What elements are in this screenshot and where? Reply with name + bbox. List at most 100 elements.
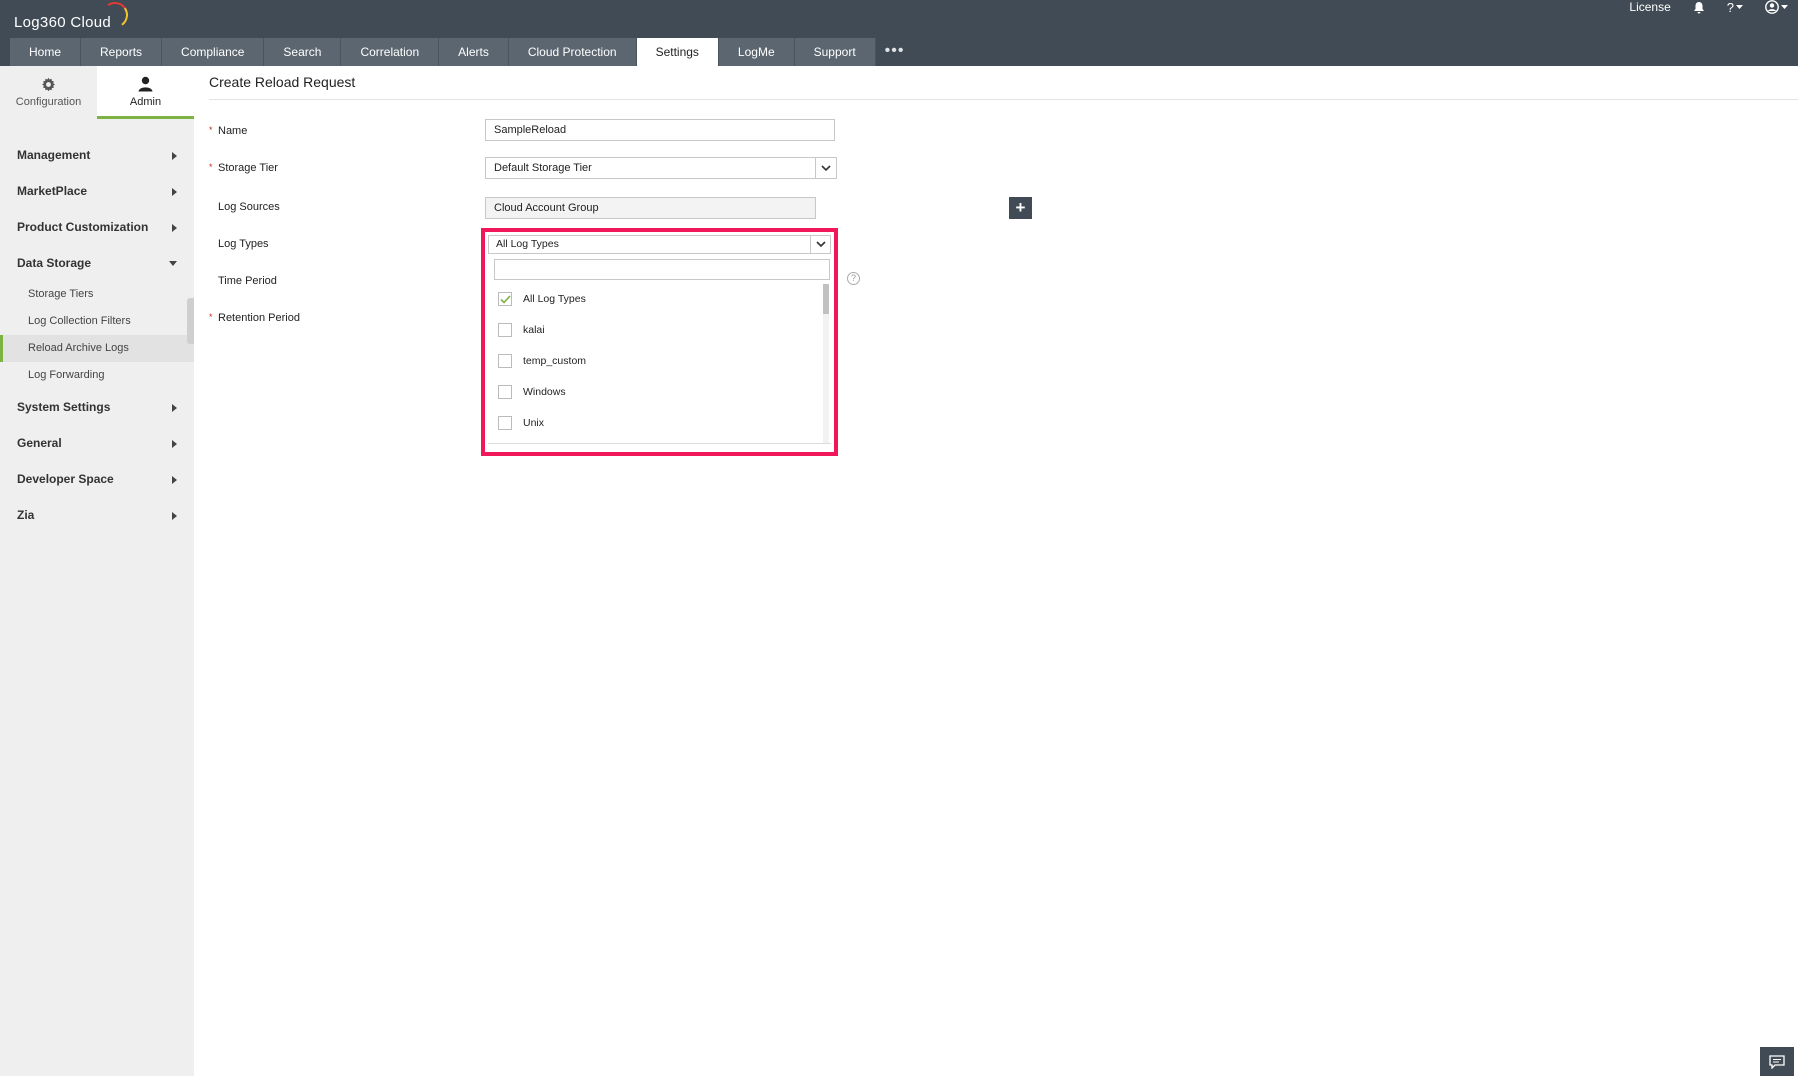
- sidebar-item-label: General: [17, 436, 62, 450]
- caret-right-icon: [172, 440, 177, 448]
- user-circle-icon: [1765, 0, 1779, 14]
- sidebar-subitem-log-forwarding[interactable]: Log Forwarding: [0, 362, 194, 389]
- sidebar-tab-label: Admin: [129, 96, 162, 108]
- sidebar-item-developer-space[interactable]: Developer Space: [0, 461, 194, 497]
- name-input-value: SampleReload: [494, 124, 567, 136]
- storage-tier-value: Default Storage Tier: [494, 162, 592, 174]
- checkbox[interactable]: [498, 385, 512, 399]
- tab-correlation[interactable]: Correlation: [341, 38, 440, 66]
- scrollbar-thumb[interactable]: [823, 284, 829, 314]
- sidebar-menu: Management MarketPlace Product Customiza…: [0, 137, 194, 533]
- sidebar-item-system-settings[interactable]: System Settings: [0, 389, 194, 425]
- log-types-select[interactable]: All Log Types: [488, 235, 831, 254]
- time-period-label: Time Period: [209, 275, 277, 287]
- sidebar-item-label: Data Storage: [17, 256, 92, 270]
- chevron-down-icon: [1736, 4, 1743, 9]
- sidebar-item-label: Zia: [17, 508, 35, 522]
- caret-right-icon: [172, 404, 177, 412]
- tab-cloud-protection[interactable]: Cloud Protection: [508, 38, 637, 66]
- name-input[interactable]: SampleReload: [485, 119, 835, 141]
- caret-right-icon: [172, 476, 177, 484]
- sidebar-item-management[interactable]: Management: [0, 137, 194, 173]
- log-types-options-list: All Log Types kalai temp_custom Windows …: [488, 284, 831, 444]
- sidebar-subitem-reload-archive-logs[interactable]: Reload Archive Logs: [0, 335, 194, 362]
- gear-icon: [42, 77, 55, 91]
- chevron-down-icon: [1781, 4, 1788, 9]
- tab-reports[interactable]: Reports: [81, 38, 163, 66]
- tab-logme[interactable]: LogMe: [718, 38, 795, 66]
- caret-right-icon: [172, 188, 177, 196]
- check-icon: [499, 294, 511, 304]
- required-marker: *: [209, 125, 213, 135]
- sidebar-item-product-customization[interactable]: Product Customization: [0, 209, 194, 245]
- logo-text: Log360 Cloud: [14, 14, 112, 31]
- sidebar-item-marketplace[interactable]: MarketPlace: [0, 173, 194, 209]
- field-label-text: Retention Period: [218, 312, 300, 324]
- sidebar-item-data-storage[interactable]: Data Storage: [0, 245, 194, 281]
- chevron-down-icon[interactable]: [815, 158, 836, 178]
- checkbox[interactable]: [498, 323, 512, 337]
- more-tabs-icon[interactable]: •••: [876, 38, 914, 66]
- sidebar-subitem-log-collection-filters[interactable]: Log Collection Filters: [0, 308, 194, 335]
- log-type-option-kalai[interactable]: kalai: [488, 315, 828, 345]
- tab-alerts[interactable]: Alerts: [439, 38, 509, 66]
- log-type-option-temp-custom[interactable]: temp_custom: [488, 346, 828, 376]
- option-label: kalai: [523, 324, 545, 336]
- add-log-source-button[interactable]: +: [1009, 197, 1032, 219]
- top-header: Log360 Cloud License ? Home Reports Comp…: [0, 0, 1798, 66]
- log-types-value: All Log Types: [496, 238, 559, 250]
- help-circle-icon[interactable]: ?: [847, 272, 860, 285]
- required-marker: *: [209, 312, 213, 322]
- sidebar: Configuration Admin Management MarketPla…: [0, 66, 194, 1076]
- sidebar-tab-configuration[interactable]: Configuration: [0, 66, 97, 119]
- chat-icon: [1769, 1054, 1785, 1069]
- tab-home[interactable]: Home: [10, 38, 82, 66]
- tab-support[interactable]: Support: [794, 38, 876, 66]
- checkbox-checked[interactable]: [498, 292, 512, 306]
- sidebar-subitem-storage-tiers[interactable]: Storage Tiers: [0, 281, 194, 308]
- log-sources-label: Log Sources: [209, 201, 280, 213]
- bell-icon[interactable]: [1693, 1, 1705, 14]
- log-types-search-input[interactable]: [494, 259, 830, 280]
- field-label-text: Storage Tier: [218, 162, 278, 174]
- log-type-option-windows[interactable]: Windows: [488, 377, 828, 407]
- caret-down-icon: [169, 261, 177, 266]
- top-right-toolbar: License ?: [1629, 0, 1788, 15]
- log-types-dropdown-highlight: All Log Types All Log Types kalai temp_c…: [481, 228, 838, 456]
- log-types-label: Log Types: [209, 238, 269, 250]
- caret-right-icon: [172, 512, 177, 520]
- tab-search[interactable]: Search: [264, 38, 342, 66]
- log-type-option-unix[interactable]: Unix: [488, 408, 828, 438]
- tab-settings[interactable]: Settings: [636, 38, 719, 66]
- sidebar-collapse-handle[interactable]: [187, 298, 194, 344]
- option-label: Unix: [523, 417, 545, 429]
- options-scrollbar[interactable]: [823, 284, 829, 443]
- chevron-down-icon[interactable]: [810, 236, 830, 253]
- sidebar-item-label: Management: [17, 148, 91, 162]
- option-label: Windows: [523, 386, 566, 398]
- field-label-text: Time Period: [218, 275, 277, 287]
- chat-button[interactable]: [1760, 1047, 1794, 1076]
- caret-right-icon: [172, 224, 177, 232]
- sidebar-tab-admin[interactable]: Admin: [97, 66, 194, 119]
- sidebar-tab-label: Configuration: [15, 96, 82, 108]
- sidebar-item-general[interactable]: General: [0, 425, 194, 461]
- checkbox[interactable]: [498, 354, 512, 368]
- app-logo[interactable]: Log360 Cloud: [14, 0, 131, 31]
- log-type-option-all[interactable]: All Log Types: [488, 284, 828, 314]
- caret-right-icon: [172, 152, 177, 160]
- log-sources-input[interactable]: Cloud Account Group: [485, 197, 816, 219]
- storage-tier-select[interactable]: Default Storage Tier: [485, 157, 837, 179]
- option-label: All Log Types: [523, 293, 586, 305]
- storage-tier-label: * Storage Tier: [209, 162, 278, 174]
- divider: [209, 99, 1798, 100]
- help-icon: ?: [1726, 0, 1734, 15]
- name-label: * Name: [209, 125, 247, 137]
- license-link[interactable]: License: [1629, 0, 1670, 14]
- checkbox[interactable]: [498, 416, 512, 430]
- user-menu[interactable]: [1765, 0, 1788, 14]
- tab-compliance[interactable]: Compliance: [162, 38, 265, 66]
- help-menu[interactable]: ?: [1727, 0, 1743, 15]
- required-marker: *: [209, 162, 213, 172]
- sidebar-item-zia[interactable]: Zia: [0, 497, 194, 533]
